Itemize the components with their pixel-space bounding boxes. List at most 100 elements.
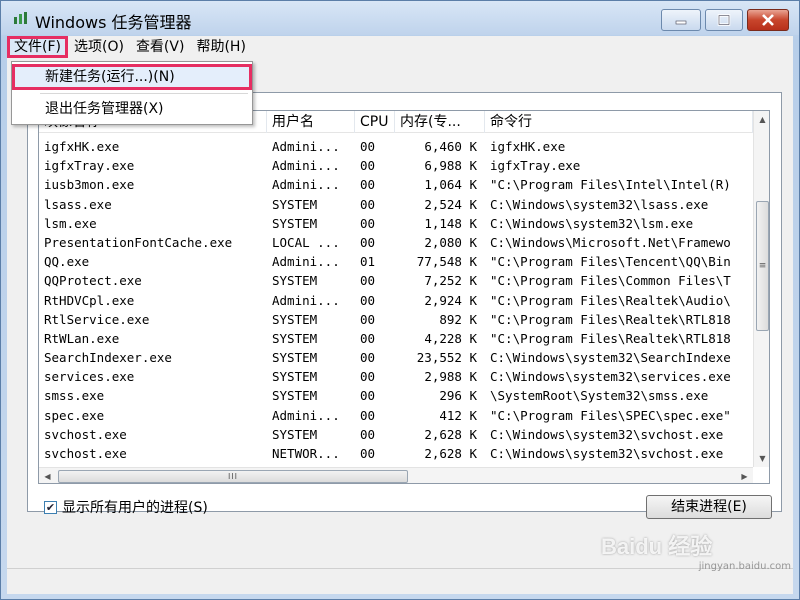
cell-image-name: lsass.exe <box>44 196 112 212</box>
cell-image-name: smss.exe <box>44 388 105 404</box>
cell-command-line: "C:\Program Files\Realtek\Audio\ <box>490 292 731 308</box>
vertical-scroll-thumb[interactable]: ≡ <box>756 201 769 331</box>
column-cpu[interactable]: CPU <box>355 111 395 133</box>
minimize-icon <box>675 20 687 25</box>
cell-user-name: Admini... <box>272 158 340 174</box>
cell-command-line: \SystemRoot\System32\smss.exe <box>490 388 709 404</box>
close-button[interactable] <box>747 9 789 31</box>
cell-command-line: "C:\Program Files\Common Files\T <box>490 273 731 289</box>
maximize-button[interactable] <box>705 9 743 31</box>
cell-cpu: 00 <box>360 139 376 154</box>
scroll-left-arrow-icon[interactable]: ◀ <box>39 468 56 483</box>
task-manager-window: Windows 任务管理器 文件(F) 选项(O) 查看(V) 帮助(H) 能 … <box>0 0 800 600</box>
table-row[interactable]: lsass.exe SYSTEM 00 2,524 K C:\Windows\syste… <box>39 195 753 214</box>
table-row[interactable]: QQProtect.exe SYSTEM 00 7,252 K "C:\Program … <box>39 271 753 290</box>
close-icon <box>762 14 774 26</box>
cell-command-line: C:\Windows\system32\lsm.exe <box>490 215 694 231</box>
menu-file[interactable]: 文件(F) <box>7 36 68 58</box>
show-all-processes-checkbox[interactable]: ✔ <box>44 500 57 514</box>
cell-command-line: igfxTray.exe <box>490 158 581 174</box>
scroll-down-arrow-icon[interactable]: ▼ <box>754 450 769 467</box>
status-bar <box>7 568 793 594</box>
table-row[interactable]: svchost.exe SYSTEM 00 2,628 K C:\Windows\sys… <box>39 425 753 444</box>
cell-cpu: 01 <box>360 254 376 270</box>
table-row[interactable]: RtWLan.exe SYSTEM 00 4,228 K "C:\Program Fil… <box>39 329 753 348</box>
cell-memory: 2,628 K <box>424 426 477 442</box>
table-row[interactable]: RtHDVCpl.exe Admini... 00 2,924 K "C:\Progra… <box>39 291 753 310</box>
table-row[interactable]: iusb3mon.exe Admini... 00 1,064 K "C:\Progra… <box>39 175 753 194</box>
cell-image-name: lsm.exe <box>44 215 97 231</box>
list-rows: igfxHK.exe Admini... 00 6,460 KigfxHK.exe ig… <box>39 137 753 482</box>
cell-user-name: SYSTEM <box>272 196 318 212</box>
cell-memory: 2,988 K <box>424 369 477 385</box>
cell-command-line: C:\Windows\system32\lsass.exe <box>490 196 709 212</box>
table-row[interactable]: PresentationFontCache.exe LOCAL ... 00 2,08… <box>39 233 753 252</box>
cell-user-name: LOCAL ... <box>272 234 340 250</box>
title-bar[interactable]: Windows 任务管理器 <box>1 1 799 35</box>
horizontal-scroll-thumb[interactable]: III <box>58 470 408 483</box>
cell-memory: 4,228 K <box>424 330 477 346</box>
cell-command-line: "C:\Program Files\Intel\Intel(R) <box>490 177 731 193</box>
end-process-button[interactable]: 结束进程(E) <box>646 495 772 519</box>
cell-image-name: RtHDVCpl.exe <box>44 292 135 308</box>
processes-panel: 映像名称 用户名 CPU 内存(专... 命令行 igfxHK.exeAdmin… <box>27 92 782 519</box>
cell-image-name: RtWLan.exe <box>44 330 120 346</box>
table-row[interactable]: svchost.exe NETWOR... 00 2,628 K C:\Windows\… <box>39 444 753 463</box>
cell-command-line: "C:\Program Files\Realtek\RTL818 <box>490 311 731 327</box>
cell-image-name: PresentationFontCache.exe <box>44 234 233 250</box>
cell-cpu: 00 <box>360 177 376 193</box>
cell-cpu: 00 <box>360 407 376 423</box>
menu-options[interactable]: 选项(O) <box>68 36 130 58</box>
menu-help[interactable]: 帮助(H) <box>190 36 251 58</box>
cell-user-name: Admini... <box>272 407 340 423</box>
process-list[interactable]: 映像名称 用户名 CPU 内存(专... 命令行 igfxHK.exeAdmin… <box>38 110 770 484</box>
minimize-button[interactable] <box>661 9 701 31</box>
cell-image-name: svchost.exe <box>44 446 127 461</box>
client-area: 能 联网 用户 映像名称 用户名 CPU 内存(专... 命令行 igfxHK.… <box>7 58 793 568</box>
cell-command-line: C:\Windows\system32\svchost.exe <box>490 446 724 461</box>
column-user-name[interactable]: 用户名 <box>267 111 355 133</box>
menu-view[interactable]: 查看(V) <box>130 36 191 58</box>
cell-image-name: igfxTray.exe <box>44 158 135 174</box>
menu-item-exit-task-manager[interactable]: 退出任务管理器(X) <box>12 96 252 122</box>
menu-item-new-task[interactable]: 新建任务(运行...)(N) <box>12 64 252 90</box>
cell-user-name: Admini... <box>272 254 340 270</box>
table-row[interactable]: QQ.exe Admini... 01 77,548 K "C:\Program Fil… <box>39 252 753 271</box>
table-row[interactable]: RtlService.exe SYSTEM 00 892 K "C:\Program F… <box>39 310 753 329</box>
table-row[interactable]: lsm.exe SYSTEM 00 1,148 K C:\Windows\system3… <box>39 214 753 233</box>
cell-memory: 2,080 K <box>424 234 477 250</box>
cell-command-line: "C:\Program Files\SPEC\spec.exe" <box>490 407 731 423</box>
cell-image-name: SearchIndexer.exe <box>44 350 172 366</box>
cell-image-name: spec.exe <box>44 407 105 423</box>
table-row[interactable]: services.exe SYSTEM 00 2,988 K C:\Windows\sy… <box>39 367 753 386</box>
table-row[interactable]: igfxTray.exe Admini... 00 6,988 K igfxTray.e… <box>39 156 753 175</box>
cell-image-name: QQ.exe <box>44 254 90 270</box>
cell-cpu: 00 <box>360 215 376 231</box>
table-row[interactable]: igfxHK.exe Admini... 00 6,460 K igfxHK.exe <box>39 137 753 156</box>
cell-memory: 892 K <box>439 311 477 327</box>
table-row[interactable]: smss.exe SYSTEM 00 296 K \SystemRoot\System3… <box>39 386 753 405</box>
scroll-right-arrow-icon[interactable]: ▶ <box>736 468 753 483</box>
cell-cpu: 00 <box>360 196 376 212</box>
cell-user-name: SYSTEM <box>272 215 318 231</box>
task-manager-icon <box>13 11 29 25</box>
cell-cpu: 00 <box>360 292 376 308</box>
scroll-up-arrow-icon[interactable]: ▲ <box>754 111 769 128</box>
cell-cpu: 00 <box>360 234 376 250</box>
vertical-scrollbar[interactable]: ▲ ≡ ▼ <box>753 111 769 467</box>
cell-memory: 1,064 K <box>424 177 477 193</box>
cell-cpu: 00 <box>360 388 376 404</box>
show-all-processes-option[interactable]: ✔ 显示所有用户的进程(S) <box>44 497 208 517</box>
cell-cpu: 00 <box>360 330 376 346</box>
cell-user-name: SYSTEM <box>272 311 318 327</box>
horizontal-scrollbar[interactable]: ◀ III ▶ <box>39 467 753 483</box>
cell-command-line: C:\Windows\system32\SearchIndexe <box>490 350 731 366</box>
cell-memory: 2,628 K <box>424 446 477 461</box>
cell-user-name: Admini... <box>272 139 340 154</box>
table-row[interactable]: spec.exe Admini... 00 412 K "C:\Program File… <box>39 406 753 425</box>
column-memory[interactable]: 内存(专... <box>395 111 485 133</box>
table-row[interactable]: SearchIndexer.exe SYSTEM 00 23,552 K C:\Wind… <box>39 348 753 367</box>
cell-cpu: 00 <box>360 311 376 327</box>
column-command-line[interactable]: 命令行 <box>485 111 753 133</box>
cell-user-name: NETWOR... <box>272 446 340 461</box>
